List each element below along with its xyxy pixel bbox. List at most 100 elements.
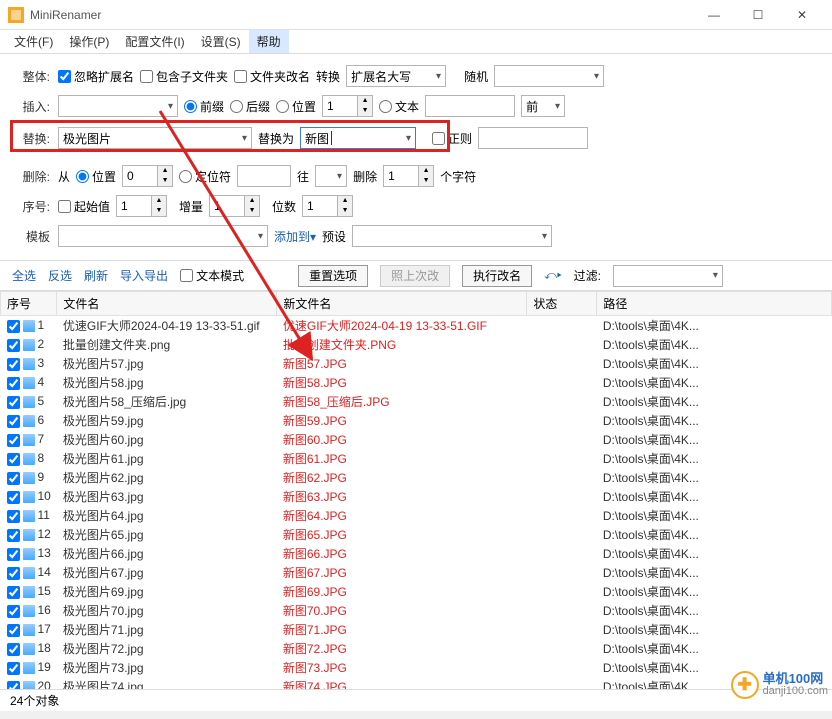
position-radio[interactable]: 位置	[276, 98, 316, 115]
table-row[interactable]: 14极光图片67.jpg新图67.JPGD:\tools\桌面\4K...	[1, 563, 832, 582]
step-spin[interactable]: ▲▼	[209, 195, 260, 217]
del-position-radio[interactable]: 位置	[76, 168, 116, 185]
table-row[interactable]: 11极光图片64.jpg新图64.JPGD:\tools\桌面\4K...	[1, 506, 832, 525]
regex-checkbox[interactable]: 正则	[432, 130, 472, 147]
import-export-link[interactable]: 导入导出	[120, 267, 168, 284]
ext-pos-select[interactable]: 前▾	[521, 95, 565, 117]
row-checkbox[interactable]	[7, 491, 20, 504]
locator-input[interactable]	[237, 165, 291, 187]
undo-icon[interactable]: ⤺▸	[544, 268, 561, 283]
del-locator-radio[interactable]: 定位符	[179, 168, 231, 185]
col-filename[interactable]: 文件名	[57, 292, 277, 316]
reset-button[interactable]: 重置选项	[298, 265, 368, 287]
row-checkbox[interactable]	[7, 415, 20, 428]
row-checkbox[interactable]	[7, 548, 20, 561]
file-icon	[23, 377, 35, 389]
refresh-link[interactable]: 刷新	[84, 267, 108, 284]
text-mode-checkbox[interactable]: 文本模式	[180, 267, 244, 284]
table-row[interactable]: 3极光图片57.jpg新图57.JPGD:\tools\桌面\4K...	[1, 354, 832, 373]
del-count-spin[interactable]: ▲▼	[383, 165, 434, 187]
statusbar: 24个对象	[0, 689, 832, 711]
insert-combo[interactable]: ▾	[58, 95, 178, 117]
start-checkbox[interactable]: 起始值	[58, 198, 110, 215]
last-button[interactable]: 照上次改	[380, 265, 450, 287]
status-cell	[527, 487, 597, 506]
del-pos-text: 位置	[92, 168, 116, 185]
table-row[interactable]: 19极光图片73.jpg新图73.JPGD:\tools\桌面\4K...	[1, 658, 832, 677]
row-checkbox[interactable]	[7, 396, 20, 409]
menu-config[interactable]: 配置文件(I)	[117, 30, 192, 53]
table-row[interactable]: 18极光图片72.jpg新图72.JPGD:\tools\桌面\4K...	[1, 639, 832, 658]
filter-combo[interactable]: ▾	[613, 265, 723, 287]
close-button[interactable]: ✕	[780, 1, 824, 29]
row-checkbox[interactable]	[7, 586, 20, 599]
minimize-button[interactable]: —	[692, 1, 736, 29]
replace-combo[interactable]: 新图▾	[300, 127, 416, 149]
file-table: 序号 文件名 新文件名 状态 路径 1优速GIF大师2024-04-19 13-…	[0, 291, 832, 689]
execute-button[interactable]: 执行改名	[462, 265, 532, 287]
col-status[interactable]: 状态	[527, 292, 597, 316]
add-to-link[interactable]: 添加到▾	[274, 228, 316, 245]
row-checkbox[interactable]	[7, 662, 20, 675]
ignore-ext-checkbox[interactable]: 忽略扩展名	[58, 68, 134, 85]
table-row[interactable]: 5极光图片58_压缩后.jpg新图58_压缩后.JPGD:\tools\桌面\4…	[1, 392, 832, 411]
row-checkbox[interactable]	[7, 453, 20, 466]
menu-help[interactable]: 帮助	[249, 30, 289, 53]
row-checkbox[interactable]	[7, 529, 20, 542]
convert-select[interactable]: 扩展名大写▾	[346, 65, 446, 87]
row-checkbox[interactable]	[7, 510, 20, 523]
rename-folder-checkbox[interactable]: 文件夹改名	[234, 68, 310, 85]
table-row[interactable]: 7极光图片60.jpg新图60.JPGD:\tools\桌面\4K...	[1, 430, 832, 449]
file-icon	[23, 624, 35, 636]
table-row[interactable]: 4极光图片58.jpg新图58.JPGD:\tools\桌面\4K...	[1, 373, 832, 392]
table-row[interactable]: 9极光图片62.jpg新图62.JPGD:\tools\桌面\4K...	[1, 468, 832, 487]
col-path[interactable]: 路径	[597, 292, 832, 316]
table-row[interactable]: 10极光图片63.jpg新图63.JPGD:\tools\桌面\4K...	[1, 487, 832, 506]
row-checkbox[interactable]	[7, 358, 20, 371]
menu-operate[interactable]: 操作(P)	[61, 30, 117, 53]
row-checkbox[interactable]	[7, 605, 20, 618]
row-checkbox[interactable]	[7, 472, 20, 485]
find-combo[interactable]: 极光图片▾	[58, 127, 252, 149]
table-row[interactable]: 16极光图片70.jpg新图70.JPGD:\tools\桌面\4K...	[1, 601, 832, 620]
row-checkbox[interactable]	[7, 643, 20, 656]
random-select[interactable]: ▾	[494, 65, 604, 87]
del-pos-spin[interactable]: ▲▼	[122, 165, 173, 187]
text-radio[interactable]: 文本	[379, 98, 419, 115]
row-checkbox[interactable]	[7, 624, 20, 637]
table-row[interactable]: 8极光图片61.jpg新图61.JPGD:\tools\桌面\4K...	[1, 449, 832, 468]
menu-file[interactable]: 文件(F)	[6, 30, 61, 53]
table-row[interactable]: 12极光图片65.jpg新图65.JPGD:\tools\桌面\4K...	[1, 525, 832, 544]
digits-spin[interactable]: ▲▼	[302, 195, 353, 217]
prefix-radio[interactable]: 前缀	[184, 98, 224, 115]
table-row[interactable]: 1优速GIF大师2024-04-19 13-33-51.gif优速GIF大师20…	[1, 316, 832, 336]
table-row[interactable]: 15极光图片69.jpg新图69.JPGD:\tools\桌面\4K...	[1, 582, 832, 601]
table-row[interactable]: 6极光图片59.jpg新图59.JPGD:\tools\桌面\4K...	[1, 411, 832, 430]
row-checkbox[interactable]	[7, 434, 20, 447]
col-newname[interactable]: 新文件名	[277, 292, 527, 316]
row-checkbox[interactable]	[7, 377, 20, 390]
regex-input[interactable]	[478, 127, 588, 149]
select-all-link[interactable]: 全选	[12, 267, 36, 284]
start-spin[interactable]: ▲▼	[116, 195, 167, 217]
suffix-radio[interactable]: 后缀	[230, 98, 270, 115]
row-checkbox[interactable]	[7, 567, 20, 580]
insert-text-input[interactable]	[425, 95, 515, 117]
row-checkbox[interactable]	[7, 681, 20, 689]
table-row[interactable]: 20极光图片74.jpg新图74.JPGD:\tools\桌面\4K...	[1, 677, 832, 689]
menu-settings[interactable]: 设置(S)	[193, 30, 249, 53]
row-checkbox[interactable]	[7, 339, 20, 352]
col-seq[interactable]: 序号	[1, 292, 57, 316]
invert-link[interactable]: 反选	[48, 267, 72, 284]
table-row[interactable]: 13极光图片66.jpg新图66.JPGD:\tools\桌面\4K...	[1, 544, 832, 563]
position-spin[interactable]: ▲▼	[322, 95, 373, 117]
preset-combo[interactable]: ▾	[352, 225, 552, 247]
newname-cell: 新图65.JPG	[277, 525, 527, 544]
to-select[interactable]: ▾	[315, 165, 347, 187]
row-checkbox[interactable]	[7, 320, 20, 333]
table-row[interactable]: 2批量创建文件夹.png批量创建文件夹.PNGD:\tools\桌面\4K...	[1, 335, 832, 354]
maximize-button[interactable]: ☐	[736, 1, 780, 29]
include-sub-checkbox[interactable]: 包含子文件夹	[140, 68, 228, 85]
table-row[interactable]: 17极光图片71.jpg新图71.JPGD:\tools\桌面\4K...	[1, 620, 832, 639]
template-combo[interactable]: ▾	[58, 225, 268, 247]
